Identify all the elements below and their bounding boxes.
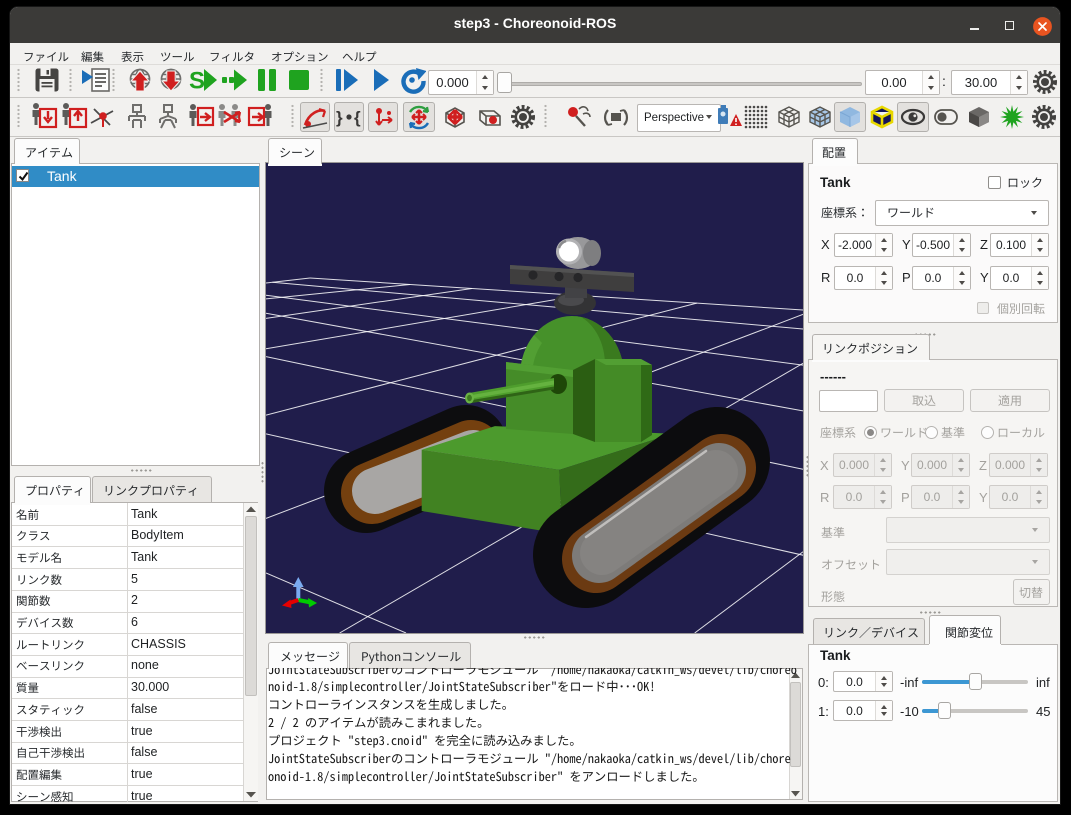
svg-text:}: } (336, 108, 343, 127)
svg-text:{: { (354, 108, 361, 127)
svg-text:S: S (189, 68, 205, 94)
